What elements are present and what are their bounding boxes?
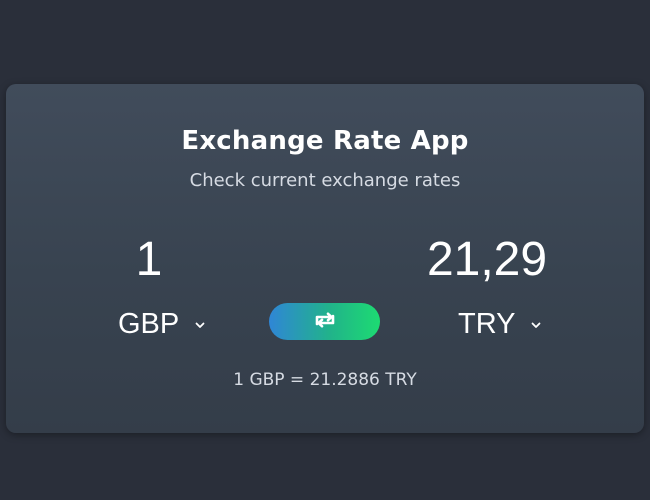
from-currency-code: GBP (118, 307, 180, 340)
to-currency-code: TRY (458, 307, 516, 340)
from-amount[interactable]: 1 (49, 232, 249, 287)
exchange-card: Exchange Rate App Check current exchange… (6, 84, 644, 433)
to-currency-select[interactable]: TRY (458, 304, 543, 344)
chevron-down-icon (193, 317, 207, 331)
to-amount[interactable]: 21,29 (387, 232, 587, 287)
exchange-rate-text: 1 GBP = 21.2886 TRY (233, 370, 417, 390)
swap-button[interactable] (269, 303, 380, 340)
swap-arrows-icon (311, 310, 339, 334)
from-currency-select[interactable]: GBP (118, 304, 207, 344)
app-title: Exchange Rate App (181, 126, 469, 156)
chevron-down-icon (529, 317, 543, 331)
app-subtitle: Check current exchange rates (189, 170, 461, 191)
